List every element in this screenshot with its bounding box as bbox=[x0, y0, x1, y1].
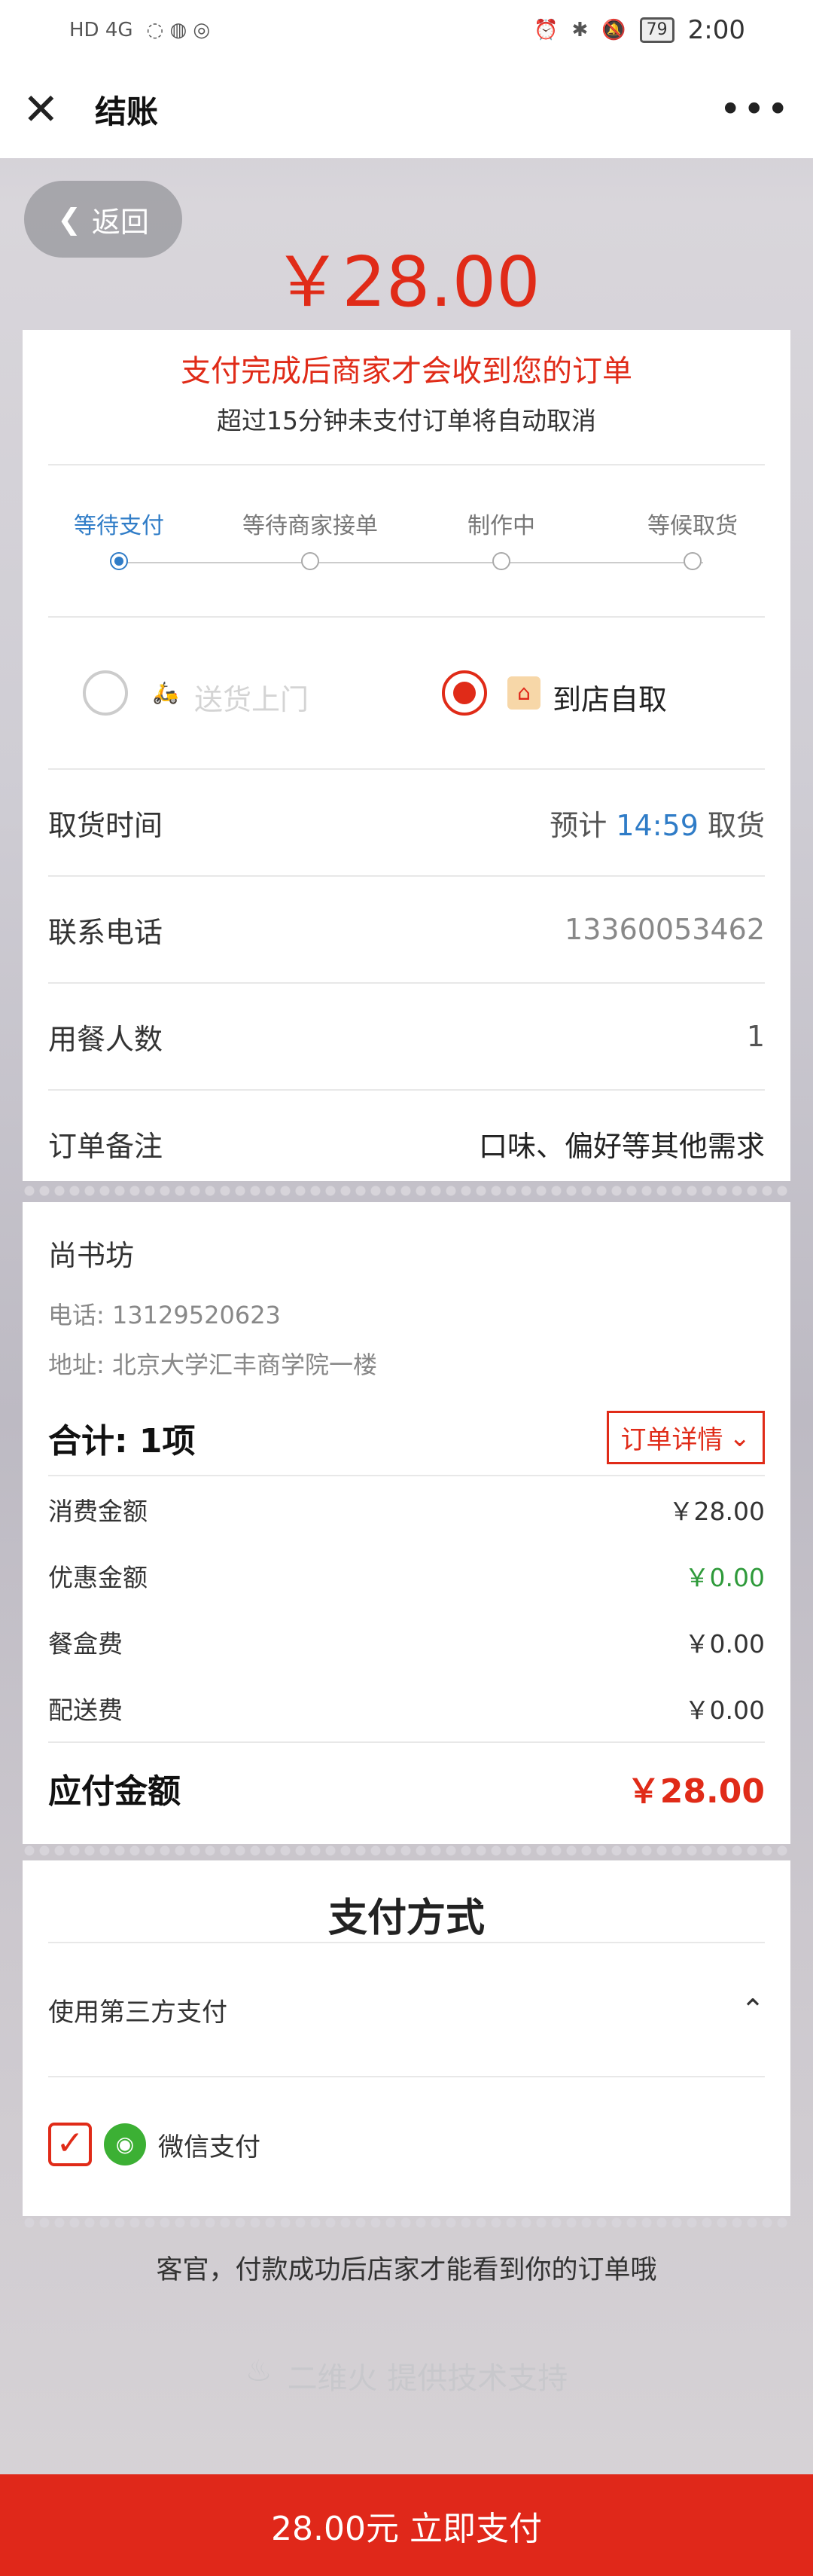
tech-support-text: 二维火 提供技术支持 bbox=[287, 2361, 568, 2396]
order-card: 支付完成后商家才会收到您的订单 超过15分钟未支付订单将自动取消 等待支付 等待… bbox=[23, 330, 790, 1181]
pickup-time-label: 取货时间 bbox=[48, 808, 163, 842]
payable-value: ￥28.00 bbox=[626, 1772, 765, 1811]
pickup-time-row[interactable]: 取货时间 预计 14:59 取货 bbox=[23, 770, 790, 875]
flame-logo-icon: ♨ bbox=[245, 2354, 273, 2388]
close-icon[interactable]: ✕ bbox=[23, 84, 75, 135]
wechat-label: 微信支付 bbox=[158, 2132, 260, 2162]
pickup-prefix: 预计 bbox=[550, 808, 607, 842]
shop-address: 地址: 北京大学汇丰商学院一楼 bbox=[48, 1351, 377, 1379]
mute-icon: 🔕 bbox=[601, 19, 626, 41]
tech-support: ♨ 二维火 提供技术支持 bbox=[0, 2354, 813, 2397]
signal-icon: HD 4G bbox=[69, 19, 133, 41]
scooter-icon: 🛵 bbox=[152, 680, 179, 705]
fee-row: 餐盒费 ￥0.00 bbox=[23, 1609, 790, 1675]
progress-line bbox=[119, 562, 703, 563]
diners-row[interactable]: 用餐人数 1 bbox=[23, 984, 790, 1089]
remark-label: 订单备注 bbox=[48, 1129, 163, 1163]
status-bar: HD 4G ◌ ◍ ◎ ⏰ ✱ 🔕 79 2:00 bbox=[0, 0, 813, 60]
order-detail-label: 订单详情 bbox=[620, 1425, 723, 1455]
perforated-edge bbox=[23, 2216, 790, 2230]
bluetooth-icon: ✱ bbox=[571, 19, 589, 41]
fee-row: 消费金额 ￥28.00 bbox=[23, 1476, 790, 1543]
order-detail-button[interactable]: 订单详情 ⌄ bbox=[606, 1411, 765, 1464]
perforated-edge bbox=[23, 1844, 790, 1857]
payment-card: 支付方式 使用第三方支付 ⌃ ✓ ◉ 微信支付 bbox=[23, 1860, 790, 2216]
fee-row: 优惠金额 ￥0.00 bbox=[23, 1543, 790, 1609]
step-dot bbox=[110, 552, 128, 570]
order-price: ￥28.00 bbox=[273, 242, 540, 322]
step-label: 制作中 bbox=[467, 513, 535, 539]
wechat-icon: ◉ bbox=[104, 2123, 146, 2165]
remark-input[interactable]: 口味、偏好等其他需求 bbox=[479, 1123, 765, 1164]
diners-value[interactable]: 1 bbox=[747, 1020, 765, 1053]
pay-now-button[interactable]: 28.00元 立即支付 bbox=[0, 2474, 813, 2576]
pickup-time: 14:59 bbox=[616, 808, 699, 842]
perforated-edge bbox=[23, 1184, 790, 1198]
delivery-radio[interactable] bbox=[83, 670, 128, 716]
fee-row: 配送费 ￥0.00 bbox=[23, 1675, 790, 1741]
phone-row[interactable]: 联系电话 13360053462 bbox=[23, 877, 790, 982]
checkbox-checked-icon[interactable]: ✓ bbox=[48, 2123, 92, 2166]
step-label: 等候取货 bbox=[647, 513, 738, 539]
fee-value: ￥0.00 bbox=[684, 1629, 765, 1659]
payable-label: 应付金额 bbox=[48, 1772, 181, 1811]
chevron-up-icon: ⌃ bbox=[741, 1993, 765, 2026]
step-dot bbox=[492, 552, 510, 570]
diners-label: 用餐人数 bbox=[48, 1022, 163, 1056]
fee-value: ￥0.00 bbox=[684, 1695, 765, 1725]
pickup-time-value: 预计 14:59 取货 bbox=[550, 802, 765, 844]
fee-label: 配送费 bbox=[48, 1695, 123, 1725]
delivery-label[interactable]: 送货上门 bbox=[194, 676, 309, 718]
phone-label: 联系电话 bbox=[48, 915, 163, 949]
footer-note: 客官，付款成功后店家才能看到你的订单哦 bbox=[156, 2255, 657, 2285]
pickup-label[interactable]: 到店自取 bbox=[553, 676, 667, 718]
page-title: 结账 bbox=[95, 93, 159, 130]
step-dot bbox=[684, 552, 702, 570]
shop-phone: 电话: 13129520623 bbox=[48, 1301, 281, 1329]
notice-sub: 超过15分钟未支付订单将自动取消 bbox=[217, 406, 596, 435]
wifi-icon: ◌ ◍ ◎ bbox=[146, 19, 211, 41]
fee-label: 优惠金额 bbox=[48, 1563, 148, 1592]
total-head: 合计: 1项 订单详情 ⌄ bbox=[23, 1381, 790, 1464]
shop-info: 尚书坊 电话: 13129520623 地址: 北京大学汇丰商学院一楼 bbox=[23, 1202, 790, 1381]
shop-name: 尚书坊 bbox=[48, 1239, 135, 1272]
chevron-down-icon: ⌄ bbox=[729, 1422, 751, 1453]
fee-label: 餐盒费 bbox=[48, 1629, 123, 1659]
remark-row[interactable]: 订单备注 口味、偏好等其他需求 bbox=[23, 1091, 790, 1196]
summary-card: 尚书坊 电话: 13129520623 地址: 北京大学汇丰商学院一楼 合计: … bbox=[23, 1202, 790, 1844]
step-dot bbox=[301, 552, 319, 570]
step-label: 等待支付 bbox=[74, 513, 164, 539]
pickup-suffix: 取货 bbox=[707, 808, 765, 842]
notice-main: 支付完成后商家才会收到您的订单 bbox=[181, 354, 632, 389]
payment-title: 支付方式 bbox=[327, 1896, 485, 1941]
wechat-pay-option[interactable]: ✓ ◉ 微信支付 bbox=[23, 2077, 790, 2211]
item-count: 合计: 1项 bbox=[48, 1421, 196, 1460]
order-progress: 等待支付 等待商家接单 制作中 等候取货 bbox=[23, 465, 790, 616]
third-party-pay-toggle[interactable]: 使用第三方支付 ⌃ bbox=[23, 1943, 790, 2076]
delivery-options: 🛵 送货上门 ⌂ 到店自取 bbox=[23, 618, 790, 768]
clock: 2:00 bbox=[687, 15, 745, 45]
store-icon: ⌂ bbox=[507, 676, 540, 710]
alarm-icon: ⏰ bbox=[534, 19, 559, 41]
more-icon[interactable]: ••• bbox=[720, 87, 790, 131]
step-label: 等待商家接单 bbox=[242, 513, 378, 539]
battery-icon: 79 bbox=[639, 17, 674, 43]
fee-value: ￥0.00 bbox=[684, 1563, 765, 1592]
fee-label: 消费金额 bbox=[48, 1497, 148, 1526]
third-party-label: 使用第三方支付 bbox=[48, 1997, 227, 2028]
payable-row: 应付金额 ￥28.00 bbox=[23, 1743, 790, 1833]
title-bar: ✕ 结账 ••• bbox=[0, 60, 813, 158]
phone-input[interactable]: 13360053462 bbox=[565, 913, 765, 946]
pickup-radio[interactable] bbox=[442, 670, 487, 716]
fee-value: ￥28.00 bbox=[668, 1497, 765, 1526]
